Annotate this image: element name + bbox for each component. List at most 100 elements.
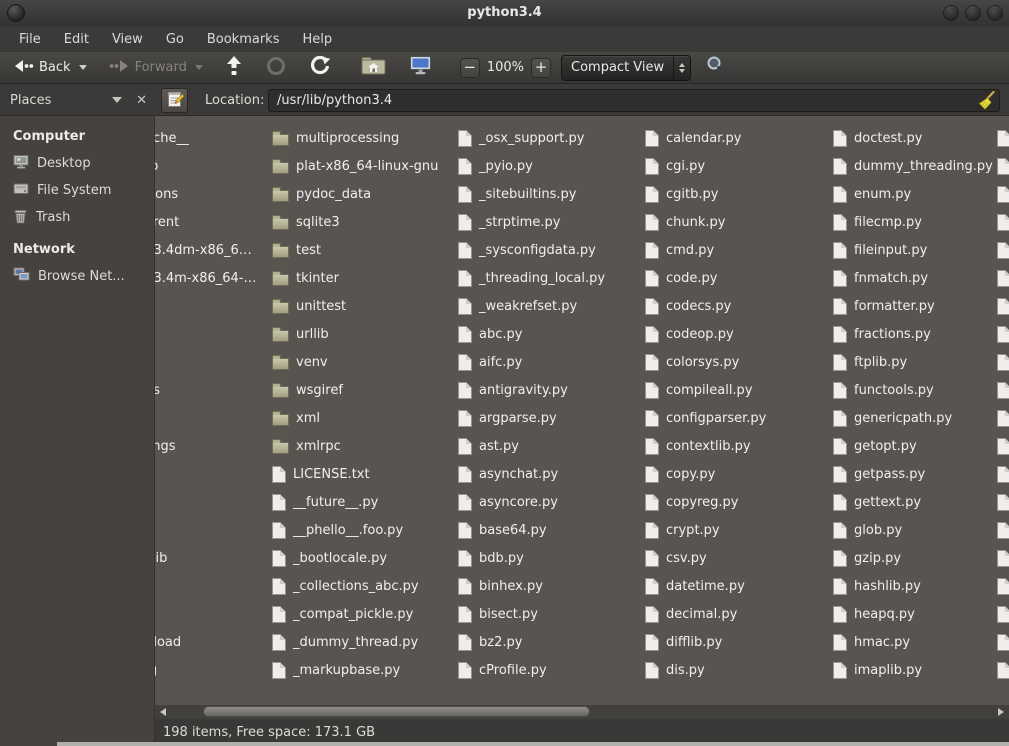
menu-file[interactable]: File: [10, 29, 50, 50]
folder-item[interactable]: xmlrpc: [272, 432, 438, 460]
file-item[interactable]: LICENSE.txt: [272, 460, 438, 488]
file-item[interactable]: [997, 124, 1009, 152]
file-item[interactable]: [997, 320, 1009, 348]
file-item[interactable]: gettext.py: [833, 488, 993, 516]
file-item[interactable]: __future__.py: [272, 488, 438, 516]
horizontal-scrollbar[interactable]: [155, 705, 1009, 719]
stop-button[interactable]: [260, 52, 292, 84]
places-panel-header[interactable]: Places ✕: [0, 85, 155, 115]
file-item[interactable]: ftplib.py: [833, 348, 993, 376]
file-item[interactable]: [997, 264, 1009, 292]
menu-edit[interactable]: Edit: [55, 29, 98, 50]
file-item[interactable]: _strptime.py: [458, 208, 605, 236]
file-item[interactable]: __phello__.foo.py: [272, 516, 438, 544]
home-button[interactable]: [356, 53, 391, 82]
maximize-button[interactable]: [965, 5, 981, 21]
folder-item[interactable]: venv: [272, 348, 438, 376]
zoom-in-button[interactable]: +: [531, 58, 551, 78]
file-item[interactable]: _bootlocale.py: [272, 544, 438, 572]
file-item[interactable]: [997, 404, 1009, 432]
file-item[interactable]: [997, 600, 1009, 628]
menu-help[interactable]: Help: [293, 29, 341, 50]
sidebar-item-desktop[interactable]: Desktop: [0, 150, 154, 177]
file-item[interactable]: [997, 292, 1009, 320]
file-item[interactable]: functools.py: [833, 376, 993, 404]
file-item[interactable]: [997, 572, 1009, 600]
file-item[interactable]: crypt.py: [645, 516, 766, 544]
file-item[interactable]: [997, 516, 1009, 544]
file-item[interactable]: [997, 544, 1009, 572]
window-resize-edge[interactable]: [57, 742, 1009, 746]
file-item[interactable]: getpass.py: [833, 460, 993, 488]
file-item[interactable]: code.py: [645, 264, 766, 292]
file-item[interactable]: _collections_abc.py: [272, 572, 438, 600]
file-item[interactable]: _weakrefset.py: [458, 292, 605, 320]
clear-location-broom-icon[interactable]: [977, 90, 997, 115]
file-item[interactable]: bz2.py: [458, 628, 605, 656]
file-item[interactable]: codeop.py: [645, 320, 766, 348]
file-item[interactable]: bdb.py: [458, 544, 605, 572]
sidebar-item-trash[interactable]: Trash: [0, 204, 154, 231]
file-item[interactable]: asynchat.py: [458, 460, 605, 488]
back-button[interactable]: Back: [8, 55, 92, 81]
file-item[interactable]: filecmp.py: [833, 208, 993, 236]
file-item[interactable]: cgitb.py: [645, 180, 766, 208]
menu-view[interactable]: View: [103, 29, 152, 50]
zoom-out-button[interactable]: −: [460, 58, 480, 78]
file-item[interactable]: fileinput.py: [833, 236, 993, 264]
desktop-button[interactable]: [403, 52, 438, 83]
view-mode-select[interactable]: Compact View: [561, 55, 691, 81]
scroll-right-arrow-icon[interactable]: [998, 708, 1004, 716]
menu-go[interactable]: Go: [157, 29, 193, 50]
file-item[interactable]: [997, 628, 1009, 656]
file-item[interactable]: decimal.py: [645, 600, 766, 628]
file-item[interactable]: bisect.py: [458, 600, 605, 628]
close-button[interactable]: [987, 5, 1003, 21]
file-item[interactable]: _osx_support.py: [458, 124, 605, 152]
file-item[interactable]: [997, 376, 1009, 404]
file-item[interactable]: getopt.py: [833, 432, 993, 460]
file-item[interactable]: [997, 208, 1009, 236]
folder-item[interactable]: wsgiref: [272, 376, 438, 404]
up-button[interactable]: [220, 52, 248, 84]
file-item[interactable]: [997, 180, 1009, 208]
file-item[interactable]: cgi.py: [645, 152, 766, 180]
file-item[interactable]: csv.py: [645, 544, 766, 572]
file-item[interactable]: _pyio.py: [458, 152, 605, 180]
folder-item[interactable]: pydoc_data: [272, 180, 438, 208]
file-item[interactable]: doctest.py: [833, 124, 993, 152]
file-item[interactable]: fnmatch.py: [833, 264, 993, 292]
file-item[interactable]: contextlib.py: [645, 432, 766, 460]
folder-item[interactable]: urllib: [272, 320, 438, 348]
file-item[interactable]: [997, 236, 1009, 264]
file-item[interactable]: copyreg.py: [645, 488, 766, 516]
file-item[interactable]: formatter.py: [833, 292, 993, 320]
folder-item[interactable]: tkinter: [272, 264, 438, 292]
file-item[interactable]: cmd.py: [645, 236, 766, 264]
file-item[interactable]: cProfile.py: [458, 656, 605, 684]
folder-item[interactable]: plat-x86_64-linux-gnu: [272, 152, 438, 180]
file-item[interactable]: _threading_local.py: [458, 264, 605, 292]
file-item[interactable]: gzip.py: [833, 544, 993, 572]
file-item[interactable]: [997, 152, 1009, 180]
file-item[interactable]: antigravity.py: [458, 376, 605, 404]
file-item[interactable]: codecs.py: [645, 292, 766, 320]
file-item[interactable]: datetime.py: [645, 572, 766, 600]
file-item[interactable]: aifc.py: [458, 348, 605, 376]
file-item[interactable]: _sysconfigdata.py: [458, 236, 605, 264]
search-button[interactable]: [701, 52, 732, 83]
file-item[interactable]: ast.py: [458, 432, 605, 460]
edit-location-button[interactable]: [161, 88, 188, 113]
folder-item[interactable]: sqlite3: [272, 208, 438, 236]
folder-item[interactable]: xml: [272, 404, 438, 432]
scroll-left-arrow-icon[interactable]: [160, 708, 166, 716]
file-item[interactable]: fractions.py: [833, 320, 993, 348]
file-item[interactable]: [997, 656, 1009, 684]
file-item[interactable]: _dummy_thread.py: [272, 628, 438, 656]
file-item[interactable]: [997, 432, 1009, 460]
sidebar-item-browse-net[interactable]: Browse Net...: [0, 263, 154, 290]
file-item[interactable]: calendar.py: [645, 124, 766, 152]
file-item[interactable]: base64.py: [458, 516, 605, 544]
file-item[interactable]: copy.py: [645, 460, 766, 488]
sidebar-item-file-system[interactable]: File System: [0, 177, 154, 204]
